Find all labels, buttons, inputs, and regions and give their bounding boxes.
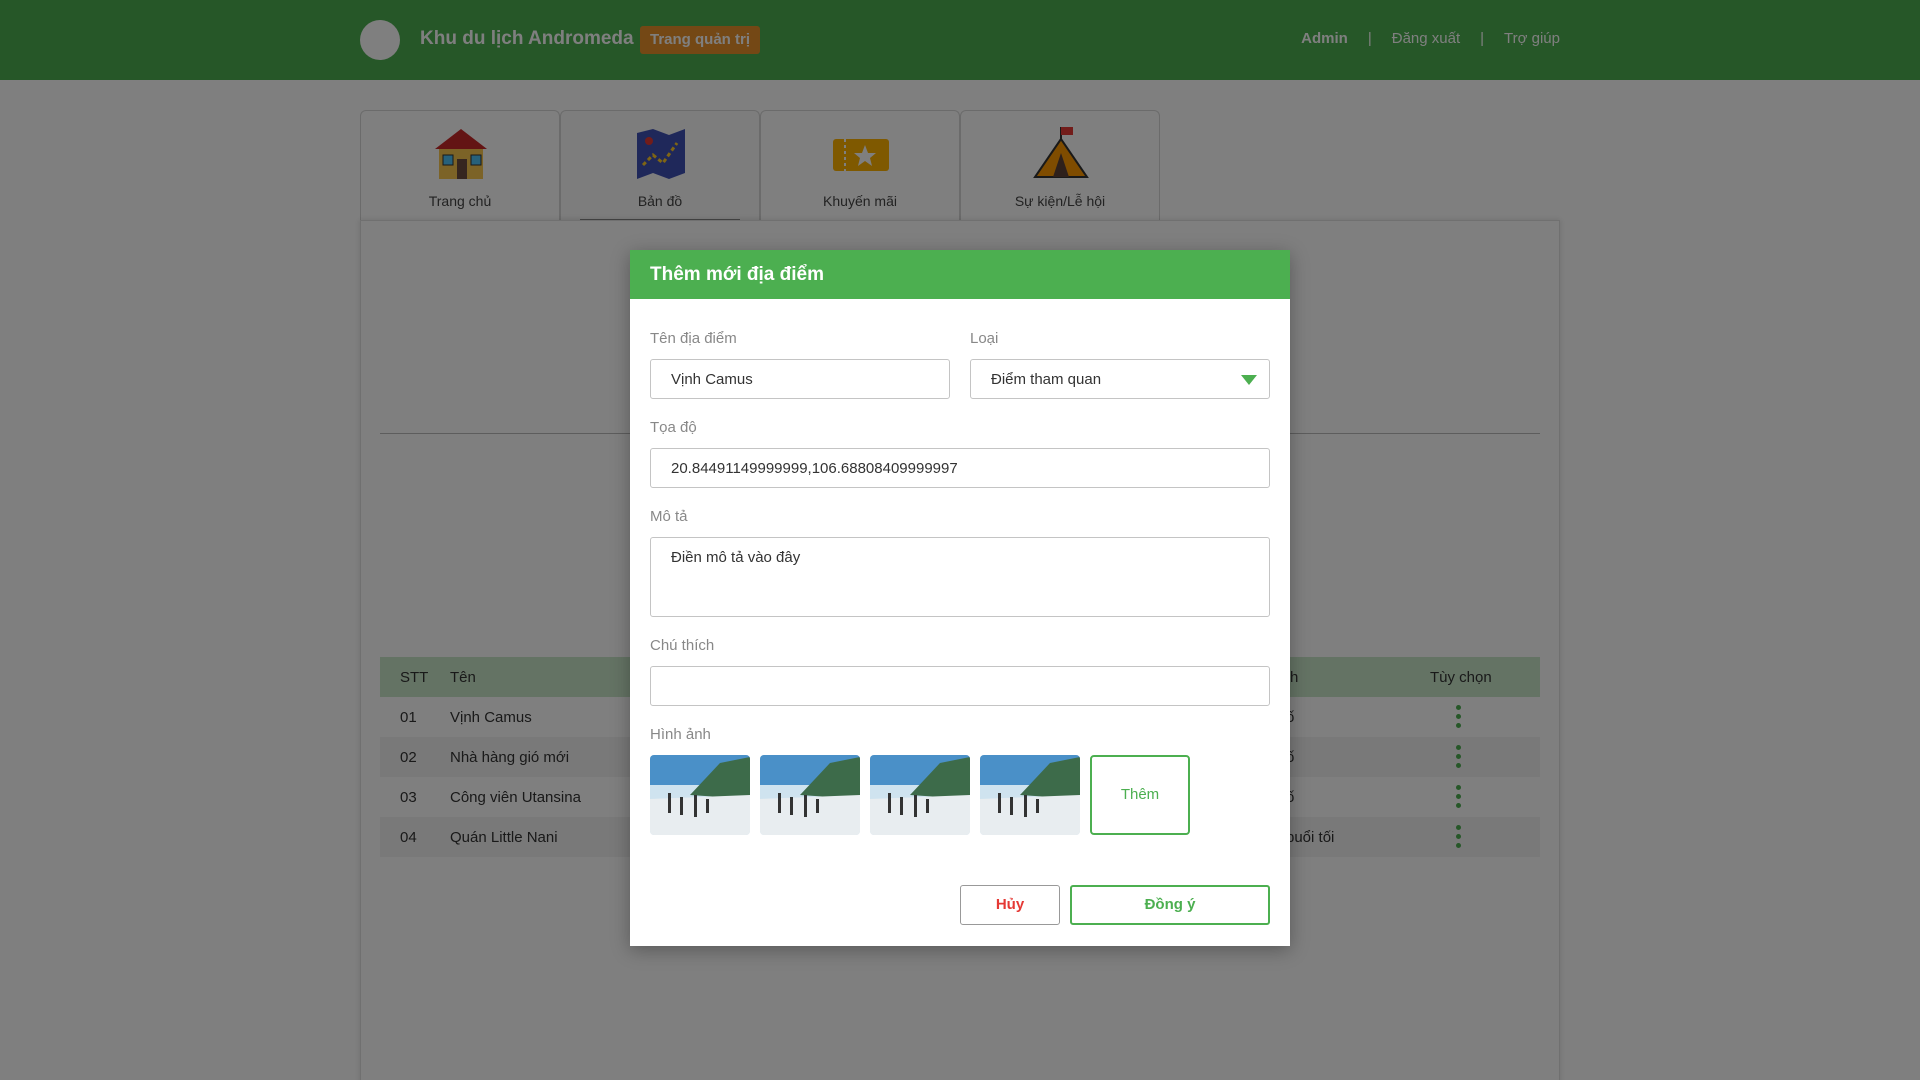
coord-label: Tọa độ <box>650 419 697 436</box>
add-location-dialog: Thêm mới địa điểm Tên địa điểm Vịnh Camu… <box>630 250 1290 946</box>
desc-textarea[interactable]: Điền mô tả vào đây <box>650 537 1270 617</box>
coord-input[interactable]: 20.84491149999999,106.68808409999997 <box>650 448 1270 488</box>
image-thumbnail[interactable] <box>650 755 750 835</box>
image-thumbnail[interactable] <box>870 755 970 835</box>
type-select[interactable]: Điểm tham quan <box>970 359 1270 399</box>
type-label: Loại <box>970 330 999 347</box>
chevron-down-icon[interactable] <box>1241 375 1257 385</box>
cancel-button[interactable]: Hủy <box>960 885 1060 925</box>
confirm-button[interactable]: Đồng ý <box>1070 885 1270 925</box>
image-thumbnail[interactable] <box>980 755 1080 835</box>
images-label: Hình ảnh <box>650 726 711 743</box>
note-input[interactable] <box>650 666 1270 706</box>
name-label: Tên địa điểm <box>650 330 737 347</box>
dialog-title: Thêm mới địa điểm <box>630 250 1290 299</box>
type-select-value: Điểm tham quan <box>991 371 1102 388</box>
image-thumbnail[interactable] <box>760 755 860 835</box>
name-input[interactable]: Vịnh Camus <box>650 359 950 399</box>
add-image-button[interactable]: Thêm <box>1090 755 1190 835</box>
note-label: Chú thích <box>650 637 715 654</box>
desc-label: Mô tả <box>650 508 688 525</box>
